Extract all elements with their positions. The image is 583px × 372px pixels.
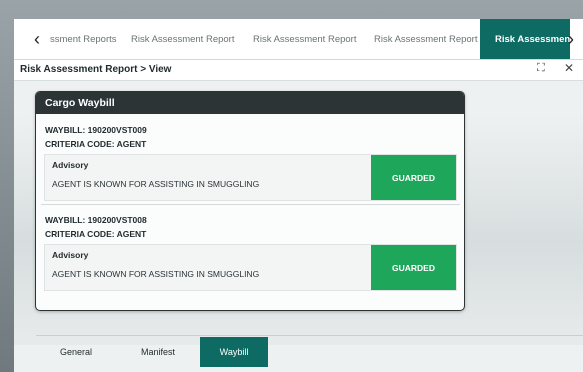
page-header: Risk Assessment Report > View ⛶ ✕	[14, 60, 583, 81]
report-tab-bar: ‹ ssment Reports Risk Assessment Report …	[14, 19, 583, 60]
tab-waybill[interactable]: Waybill	[200, 337, 268, 367]
waybill-entry: WAYBILL: 190200VST008 CRITERIA CODE: AGE…	[41, 208, 460, 294]
tab-risk-assessment-report-3[interactable]: Risk Assessment Report	[374, 19, 484, 59]
advisory-box: Advisory AGENT IS KNOWN FOR ASSISTING IN…	[44, 244, 457, 291]
advisory-box: Advisory AGENT IS KNOWN FOR ASSISTING IN…	[44, 154, 457, 201]
advisory-title: Advisory	[52, 250, 89, 260]
waybill-number: WAYBILL: 190200VST008	[45, 215, 147, 225]
breadcrumb: Risk Assessment Report > View	[20, 64, 172, 75]
risk-assessment-window: ‹ ssment Reports Risk Assessment Report …	[14, 19, 583, 372]
waybill-number: WAYBILL: 190200VST009	[45, 125, 147, 135]
waybill-entry: WAYBILL: 190200VST009 CRITERIA CODE: AGE…	[41, 118, 460, 205]
close-icon[interactable]: ✕	[564, 61, 574, 75]
tab-risk-assessment-report-2[interactable]: Risk Assessment Report	[253, 19, 363, 59]
tab-assessment-reports[interactable]: ssment Reports	[50, 19, 130, 59]
tab-manifest[interactable]: Manifest	[116, 337, 200, 367]
advisory-text: AGENT IS KNOWN FOR ASSISTING IN SMUGGLIN…	[52, 269, 260, 279]
advisory-title: Advisory	[52, 160, 89, 170]
tab-risk-assessment-report-1[interactable]: Risk Assessment Report	[131, 19, 241, 59]
card-title: Cargo Waybill	[36, 92, 464, 114]
bottom-tab-divider	[36, 335, 583, 336]
criteria-code: CRITERIA CODE: AGENT	[45, 139, 147, 149]
tab-risk-assessment-active[interactable]: Risk Assessment	[480, 19, 570, 59]
risk-level-badge: GUARDED	[371, 245, 456, 290]
risk-level-badge: GUARDED	[371, 155, 456, 200]
advisory-text: AGENT IS KNOWN FOR ASSISTING IN SMUGGLIN…	[52, 179, 260, 189]
tab-general[interactable]: General	[36, 337, 116, 367]
chevron-left-icon[interactable]: ‹	[26, 19, 48, 59]
expand-icon[interactable]: ⛶	[537, 62, 545, 75]
chevron-right-icon[interactable]: ›	[560, 19, 582, 59]
criteria-code: CRITERIA CODE: AGENT	[45, 229, 147, 239]
cargo-waybill-card: Cargo Waybill WAYBILL: 190200VST009 CRIT…	[35, 91, 465, 311]
